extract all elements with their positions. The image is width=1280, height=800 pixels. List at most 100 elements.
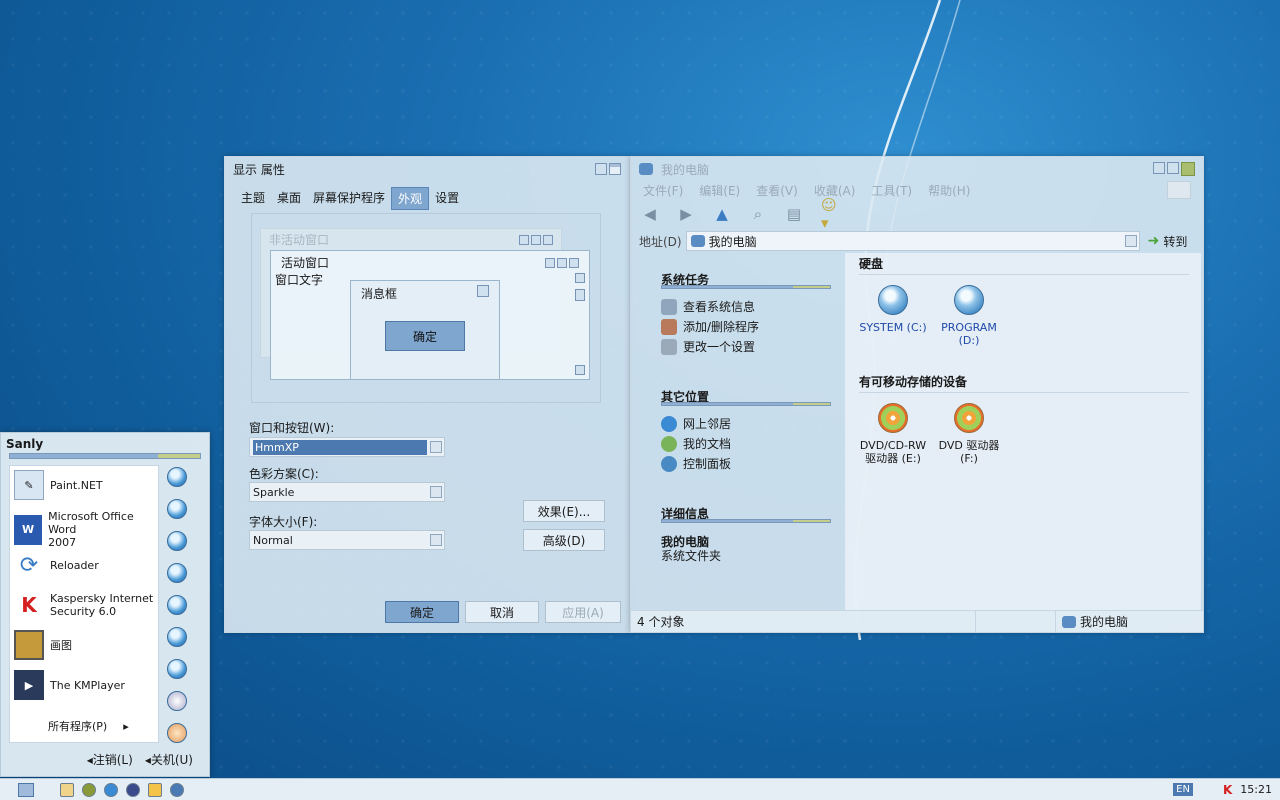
menu-view[interactable]: 查看(V) (756, 182, 798, 199)
section-bar (661, 519, 831, 523)
window-title: 显示 属性 (233, 162, 285, 177)
my-pictures-icon[interactable] (167, 499, 187, 519)
address-input[interactable]: 我的电脑 (685, 231, 1140, 251)
my-computer-icon[interactable] (167, 563, 187, 583)
program-reloader[interactable]: ⟳ Reloader (14, 550, 99, 580)
tab-appearance[interactable]: 外观 (391, 187, 430, 210)
connect-to-icon[interactable] (167, 659, 187, 679)
my-music-icon[interactable] (167, 531, 187, 551)
preview-message-box: 消息框 确定 (350, 280, 500, 380)
arrow-right-icon: ▸ (123, 720, 129, 733)
tab-desktop[interactable]: 桌面 (271, 187, 307, 210)
control-panel-icon[interactable] (167, 627, 187, 647)
status-count: 4 个对象 (637, 615, 685, 629)
network-globe-icon (661, 415, 677, 432)
section-bar (661, 285, 831, 289)
apply-button[interactable]: 应用(A) (545, 601, 621, 623)
go-button[interactable]: 转到 (1163, 233, 1187, 250)
messenger-icon[interactable] (126, 782, 140, 797)
documents-icon (661, 435, 677, 452)
dropdown-arrow-icon[interactable] (430, 486, 442, 498)
program-paint-net[interactable]: ✎ Paint.NET (14, 470, 103, 500)
search-icon[interactable]: ⌕ (749, 205, 767, 223)
task-view-system-info[interactable]: 查看系统信息 (661, 298, 755, 315)
up-arrow-icon[interactable]: ▲ (713, 205, 731, 223)
dvd-drive-icon (954, 403, 984, 433)
font-size-label: 字体大小(F): (249, 515, 318, 529)
views-icon[interactable]: ☺▾ (821, 196, 839, 232)
quick-links (167, 467, 191, 755)
program-word-2007[interactable]: W Microsoft Office Word 2007 (14, 510, 158, 549)
program-mspaint[interactable]: 画图 (14, 630, 72, 660)
settings-gear-icon[interactable] (82, 782, 96, 797)
maximize-icon[interactable] (1167, 162, 1179, 174)
dropdown-arrow-icon[interactable] (430, 441, 442, 453)
windows-buttons-label: 窗口和按钮(W): (249, 421, 335, 435)
menu-help[interactable]: 帮助(H) (928, 182, 970, 199)
my-computer-titlebar[interactable]: 我的电脑 (631, 157, 1203, 181)
dropdown-arrow-icon[interactable] (430, 534, 442, 546)
menu-edit[interactable]: 编辑(E) (699, 182, 740, 199)
cancel-button[interactable]: 取消 (465, 601, 539, 623)
address-label: 地址(D) (639, 234, 682, 249)
pinned-programs: ✎ Paint.NET W Microsoft Office Word 2007 … (9, 465, 159, 743)
color-scheme-select[interactable]: Sparkle (249, 482, 445, 502)
help-icon[interactable] (595, 163, 607, 175)
back-arrow-icon[interactable]: ◀ (641, 205, 659, 223)
font-size-select[interactable]: Normal (249, 530, 445, 550)
folders-icon[interactable]: ▤ (785, 205, 803, 223)
logoff-button[interactable]: ◂注销(L) (87, 751, 133, 768)
close-icon[interactable] (1181, 162, 1195, 176)
windows-buttons-select[interactable]: HmmXP (249, 437, 445, 457)
program-kaspersky[interactable]: K Kaspersky Internet Security 6.0 (14, 590, 153, 620)
display-properties-titlebar[interactable]: 显示 属性 (225, 157, 629, 181)
preview-inactive-title: 非活动窗口 (269, 233, 330, 247)
preview-ok-button: 确定 (385, 321, 465, 351)
tab-screensaver[interactable]: 屏幕保护程序 (307, 187, 391, 210)
help-icon[interactable] (167, 723, 187, 743)
effects-button[interactable]: 效果(E)... (523, 500, 605, 522)
start-menu: Sanly ✎ Paint.NET W Microsoft Office Wor… (0, 432, 210, 777)
task-add-remove-programs[interactable]: 添加/删除程序 (661, 318, 759, 335)
shutdown-button[interactable]: ◂关机(U) (145, 751, 193, 768)
menu-file[interactable]: 文件(F) (643, 182, 683, 199)
status-location: 我的电脑 (1080, 615, 1129, 629)
place-my-documents[interactable]: 我的文档 (661, 435, 731, 452)
media-icon[interactable] (104, 782, 118, 797)
start-button-icon[interactable] (18, 782, 34, 797)
show-desktop-icon[interactable] (60, 782, 74, 797)
close-icon[interactable] (609, 163, 621, 175)
tab-settings[interactable]: 设置 (429, 187, 465, 210)
place-control-panel[interactable]: 控制面板 (661, 455, 731, 472)
network-icon[interactable] (167, 595, 187, 615)
all-programs-button[interactable]: 所有程序(P) ▸ (48, 720, 129, 733)
word-icon: W (14, 514, 43, 545)
browser-icon[interactable] (170, 782, 184, 797)
control-panel-icon (661, 455, 677, 472)
kaspersky-icon: K (21, 592, 37, 617)
printers-icon[interactable] (167, 691, 187, 711)
place-network[interactable]: 网上邻居 (661, 415, 731, 432)
drive-d[interactable]: PROGRAM (D:) (929, 285, 1009, 347)
ok-button[interactable]: 确定 (385, 601, 459, 623)
minimize-icon[interactable] (1153, 162, 1165, 174)
drive-e[interactable]: DVD/CD-RW 驱动器 (E:) (853, 403, 933, 465)
menu-tools[interactable]: 工具(T) (871, 182, 912, 199)
go-arrow-icon[interactable]: ➜ (1148, 233, 1160, 249)
mspaint-icon (14, 630, 44, 660)
forward-arrow-icon[interactable]: ▶ (677, 205, 695, 223)
language-indicator[interactable]: EN (1173, 783, 1193, 796)
drive-f[interactable]: DVD 驱动器 (F:) (929, 403, 1009, 465)
status-bar: 4 个对象 我的电脑 (631, 610, 1203, 632)
user-name: Sanly (6, 437, 44, 451)
program-kmplayer[interactable]: ▶ The KMPlayer (14, 670, 125, 700)
color-scheme-label: 色彩方案(C): (249, 467, 319, 481)
tab-themes[interactable]: 主题 (235, 187, 271, 210)
check-icon[interactable] (148, 782, 162, 797)
dropdown-arrow-icon[interactable] (1124, 235, 1137, 247)
my-documents-icon[interactable] (167, 467, 187, 487)
advanced-button[interactable]: 高级(D) (523, 529, 605, 551)
drive-c[interactable]: SYSTEM (C:) (853, 285, 933, 334)
task-change-setting[interactable]: 更改一个设置 (661, 338, 755, 355)
kaspersky-tray-icon[interactable]: K (1223, 783, 1232, 797)
